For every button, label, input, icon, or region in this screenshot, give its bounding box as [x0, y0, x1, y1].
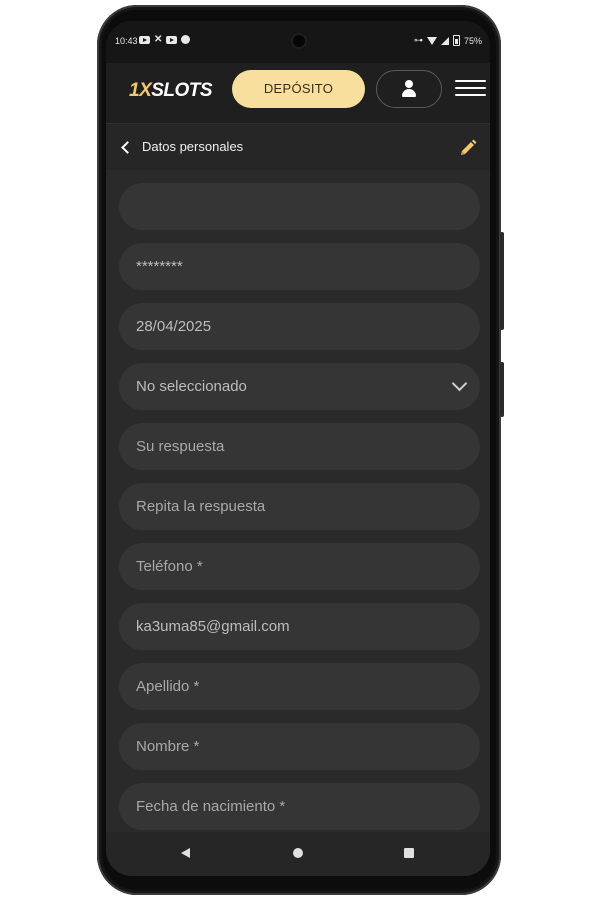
blank-field[interactable] [119, 183, 480, 230]
notification-icons: ✕ [139, 34, 191, 45]
system-icons: ⊶ 75% [414, 35, 482, 46]
nav-back-icon[interactable] [181, 848, 190, 858]
wifi-icon [426, 36, 437, 45]
first-name-field[interactable]: Nombre * [119, 723, 480, 770]
select-value: No seleccionado [136, 378, 247, 395]
user-icon [405, 80, 413, 88]
motorola-icon [181, 35, 191, 44]
user-account-button[interactable] [376, 70, 442, 108]
user-icon-body [402, 89, 416, 97]
app-header: 1XSLOTS DEPÓSITO [106, 63, 490, 124]
pencil-edit-icon[interactable] [458, 138, 478, 158]
email-field[interactable]: ka3uma85@gmail.com [119, 603, 480, 650]
password-field[interactable]: ******** [119, 243, 480, 290]
battery-percent: 75% [463, 35, 482, 46]
phone-field[interactable]: Teléfono * [119, 543, 480, 590]
phone-screen: 10:43 ✕ ⊶ 75% 1XSLOTS DEPÓSITO Datos per… [106, 21, 490, 876]
system-nav-bar [106, 832, 490, 876]
chevron-down-icon [451, 375, 468, 392]
nav-recents-icon[interactable] [404, 848, 414, 858]
birth-date-field[interactable]: Fecha de nacimiento * [119, 783, 480, 830]
power-button [500, 232, 504, 330]
brand-logo[interactable]: 1XSLOTS [129, 80, 213, 102]
answer-field[interactable]: Su respuesta [119, 423, 480, 470]
battery-icon [452, 35, 460, 46]
youtube-icon [139, 35, 150, 44]
page-header: Datos personales [106, 124, 490, 170]
personal-data-form: ******** 28/04/2025 No seleccionado Su r… [106, 170, 490, 832]
nav-home-icon[interactable] [293, 848, 303, 858]
logo-suffix: SLOTS [151, 80, 213, 101]
status-time: 10:43 [115, 36, 138, 46]
status-bar: 10:43 ✕ ⊶ 75% [106, 21, 490, 63]
back-arrow-icon[interactable] [120, 141, 130, 153]
volume-button [500, 362, 504, 417]
signal-icon [440, 36, 449, 45]
registration-date-field[interactable]: 28/04/2025 [119, 303, 480, 350]
x-icon: ✕ [154, 34, 163, 45]
youtube-icon [166, 35, 178, 44]
front-camera [293, 35, 305, 47]
hamburger-menu-icon[interactable] [455, 80, 487, 98]
surname-field[interactable]: Apellido * [119, 663, 480, 710]
repeat-answer-field[interactable]: Repita la respuesta [119, 483, 480, 530]
deposit-button[interactable]: DEPÓSITO [232, 70, 365, 108]
secret-question-select[interactable]: No seleccionado [119, 363, 480, 410]
logo-prefix: 1X [129, 80, 152, 101]
vpn-key-icon: ⊶ [413, 35, 423, 45]
page-title: Datos personales [142, 139, 244, 154]
